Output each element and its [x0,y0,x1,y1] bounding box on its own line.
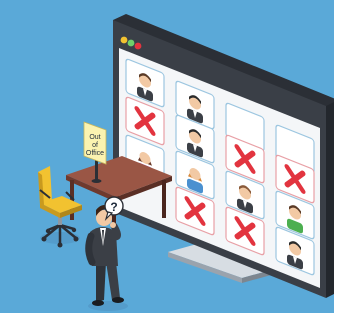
window-button-yellow [120,36,128,44]
bottom-border [0,313,338,319]
sign-line-1: Out [89,134,100,141]
window-button-red [134,42,142,50]
sign-line-2: of [92,142,98,149]
window-button-green [127,39,135,47]
right-border [334,0,338,319]
out-of-office-illustration: Out of Office ? [0,0,338,319]
sign-line-3: Office [86,150,104,157]
question-mark-icon: ? [110,200,117,214]
illustration-stage: Out of Office ? [0,0,338,319]
